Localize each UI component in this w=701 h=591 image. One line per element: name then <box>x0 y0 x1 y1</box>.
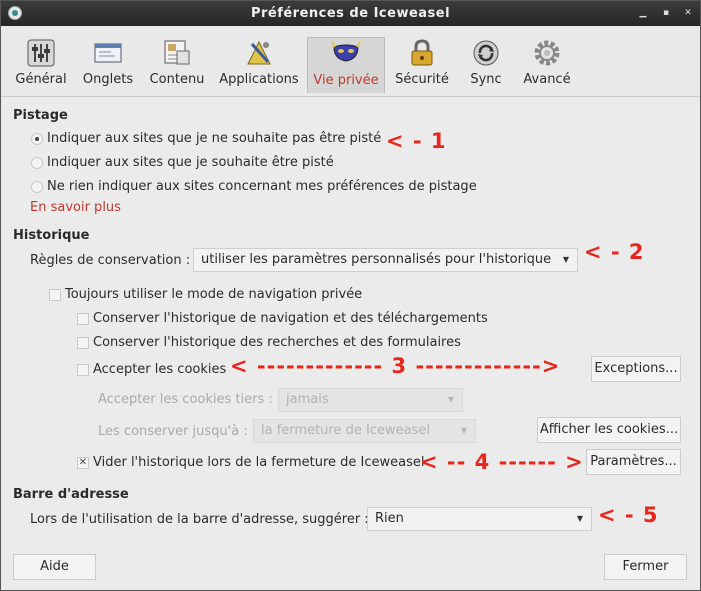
tab-avance-label: Avancé <box>523 72 571 87</box>
tracking-option-3-label[interactable]: Ne rien indiquer aux sites concernant me… <box>47 179 477 194</box>
chevron-down-icon: ▼ <box>576 514 583 523</box>
exceptions-button[interactable]: Exceptions... <box>591 356 681 382</box>
title-bar[interactable]: Préférences de Iceweasel ▁ ▪ ✕ <box>1 1 700 26</box>
minimize-button[interactable]: ▁ <box>638 8 648 18</box>
private-mode-label[interactable]: Toujours utiliser le mode de navigation … <box>65 287 362 302</box>
annotation-2: < - 2 <box>584 240 645 264</box>
tab-vie-privee[interactable]: Vie privée <box>307 37 385 93</box>
third-party-cookies-value: jamais <box>286 392 329 407</box>
address-bar-section-title: Barre d'adresse <box>13 487 129 502</box>
keep-until-value: la fermeture de Iceweasel <box>261 423 430 438</box>
tab-onglets[interactable]: Onglets <box>79 36 137 94</box>
sync-icon <box>473 40 499 66</box>
learn-more-link[interactable]: En savoir plus <box>30 200 121 215</box>
maximize-button[interactable]: ▪ <box>661 8 671 18</box>
sliders-icon <box>27 39 55 67</box>
keep-search-history-label[interactable]: Conserver l'historique des recherches et… <box>93 335 461 350</box>
gear-icon <box>534 40 560 66</box>
preferences-window: Préférences de Iceweasel ▁ ▪ ✕ Général O… <box>0 0 701 591</box>
tab-applications[interactable]: Applications <box>217 36 301 94</box>
annotation-1: < - 1 <box>386 129 447 153</box>
tab-securite-label: Sécurité <box>395 72 449 87</box>
tab-general-label: Général <box>15 72 67 87</box>
address-bar-suggest-value: Rien <box>375 511 404 526</box>
tab-general[interactable]: Général <box>10 36 72 94</box>
keep-until-select[interactable]: la fermeture de Iceweasel ▼ <box>253 419 476 443</box>
close-button[interactable]: Fermer <box>604 554 687 580</box>
address-bar-suggest-select[interactable]: Rien ▼ <box>367 507 592 531</box>
content-icon <box>164 40 190 65</box>
history-rules-value: utiliser les paramètres personnalisés po… <box>201 252 552 267</box>
annotation-5: < - 5 <box>598 503 659 527</box>
lock-icon <box>411 39 433 66</box>
accept-cookies-label[interactable]: Accepter les cookies <box>93 362 226 377</box>
history-rules-label: Règles de conservation : <box>30 253 191 268</box>
tab-sync[interactable]: Sync <box>461 36 511 94</box>
tracking-option-1-label[interactable]: Indiquer aux sites que je ne souhaite pa… <box>47 131 381 146</box>
history-rules-select[interactable]: utiliser les paramètres personnalisés po… <box>193 248 578 272</box>
clear-history-on-close-checkbox[interactable]: ✕ <box>77 457 89 469</box>
tracking-section-title: Pistage <box>13 108 68 123</box>
keep-search-history-checkbox[interactable] <box>77 337 89 349</box>
help-button[interactable]: Aide <box>13 554 96 580</box>
preferences-toolbar: Général Onglets Contenu Applications Vie… <box>1 26 700 97</box>
tab-vie-privee-label: Vie privée <box>313 73 379 88</box>
mask-icon <box>331 41 361 62</box>
third-party-cookies-label: Accepter les cookies tiers : <box>98 392 273 407</box>
address-bar-suggest-label: Lors de l'utilisation de la barre d'adre… <box>30 512 369 527</box>
annotation-4: < -- 4 ------ > <box>420 450 584 474</box>
tab-onglets-label: Onglets <box>82 72 134 87</box>
show-cookies-button[interactable]: Afficher les cookies... <box>537 417 681 443</box>
tracking-radio-track[interactable] <box>31 157 43 169</box>
tab-applications-label: Applications <box>219 72 299 87</box>
tracking-radio-no-preference[interactable] <box>31 181 43 193</box>
keep-browsing-history-checkbox[interactable] <box>77 313 89 325</box>
private-mode-checkbox[interactable] <box>49 289 61 301</box>
applications-icon <box>247 40 271 65</box>
chevron-down-icon: ▼ <box>447 395 454 404</box>
close-window-button[interactable]: ✕ <box>683 8 693 18</box>
tab-sync-label: Sync <box>470 72 502 87</box>
keep-until-label: Les conserver jusqu'à : <box>98 424 248 439</box>
tabs-icon <box>94 43 122 63</box>
annotation-3: < ------------- 3 -------------> <box>230 354 561 378</box>
third-party-cookies-select[interactable]: jamais ▼ <box>278 388 463 412</box>
tab-avance[interactable]: Avancé <box>519 36 575 94</box>
window-title: Préférences de Iceweasel <box>250 6 451 21</box>
tab-contenu-label: Contenu <box>149 72 205 87</box>
chevron-down-icon: ▼ <box>562 255 569 264</box>
history-settings-button[interactable]: Paramètres... <box>586 449 681 475</box>
clear-history-on-close-label[interactable]: Vider l'historique lors de la fermeture … <box>93 455 425 470</box>
tracking-option-2-label[interactable]: Indiquer aux sites que je souhaite être … <box>47 155 334 170</box>
tab-contenu[interactable]: Contenu <box>145 36 209 94</box>
keep-browsing-history-label[interactable]: Conserver l'historique de navigation et … <box>93 311 488 326</box>
tracking-radio-do-not-track[interactable] <box>31 133 43 145</box>
history-section-title: Historique <box>13 228 90 243</box>
tab-securite[interactable]: Sécurité <box>391 36 453 94</box>
accept-cookies-checkbox[interactable] <box>77 364 89 376</box>
chevron-down-icon: ▼ <box>460 426 467 435</box>
